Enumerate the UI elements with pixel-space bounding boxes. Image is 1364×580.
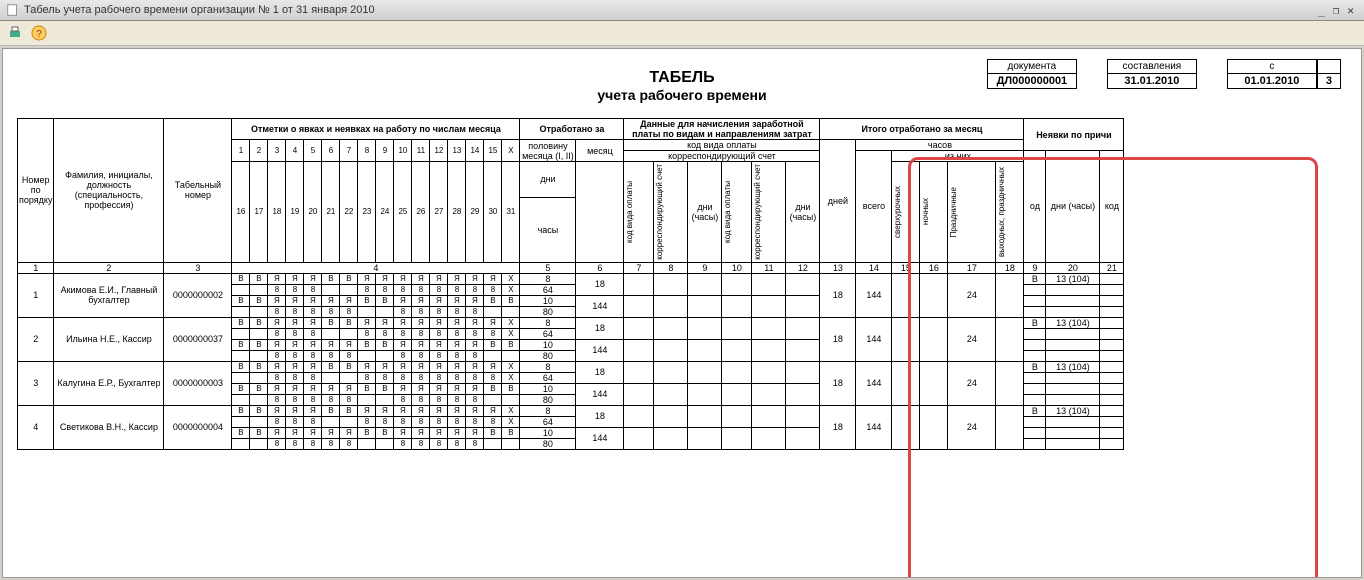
meta-doc: документа ДЛ000000001 bbox=[987, 59, 1077, 89]
close-button[interactable]: ✕ bbox=[1343, 4, 1358, 17]
maximize-button[interactable]: ❐ bbox=[1329, 4, 1344, 17]
meta-extra: 3 bbox=[1317, 59, 1341, 89]
titlebar: Табель учета рабочего времени организаци… bbox=[0, 0, 1364, 21]
meta-comp: составления 31.01.2010 bbox=[1107, 59, 1197, 89]
doc-icon bbox=[6, 3, 20, 17]
print-icon[interactable] bbox=[6, 24, 24, 42]
minimize-button[interactable]: _ bbox=[1314, 4, 1329, 17]
header-meta: документа ДЛ000000001 составления 31.01.… bbox=[987, 59, 1341, 89]
window-title: Табель учета рабочего времени организаци… bbox=[24, 4, 375, 16]
meta-from: с 01.01.2010 bbox=[1227, 59, 1317, 89]
document-page: документа ДЛ000000001 составления 31.01.… bbox=[2, 48, 1362, 578]
svg-text:?: ? bbox=[36, 29, 42, 40]
toolbar: ? bbox=[0, 21, 1364, 46]
help-icon[interactable]: ? bbox=[30, 24, 48, 42]
timesheet-table: Номер по порядкуФамилия, инициалы, должн… bbox=[17, 118, 1124, 450]
